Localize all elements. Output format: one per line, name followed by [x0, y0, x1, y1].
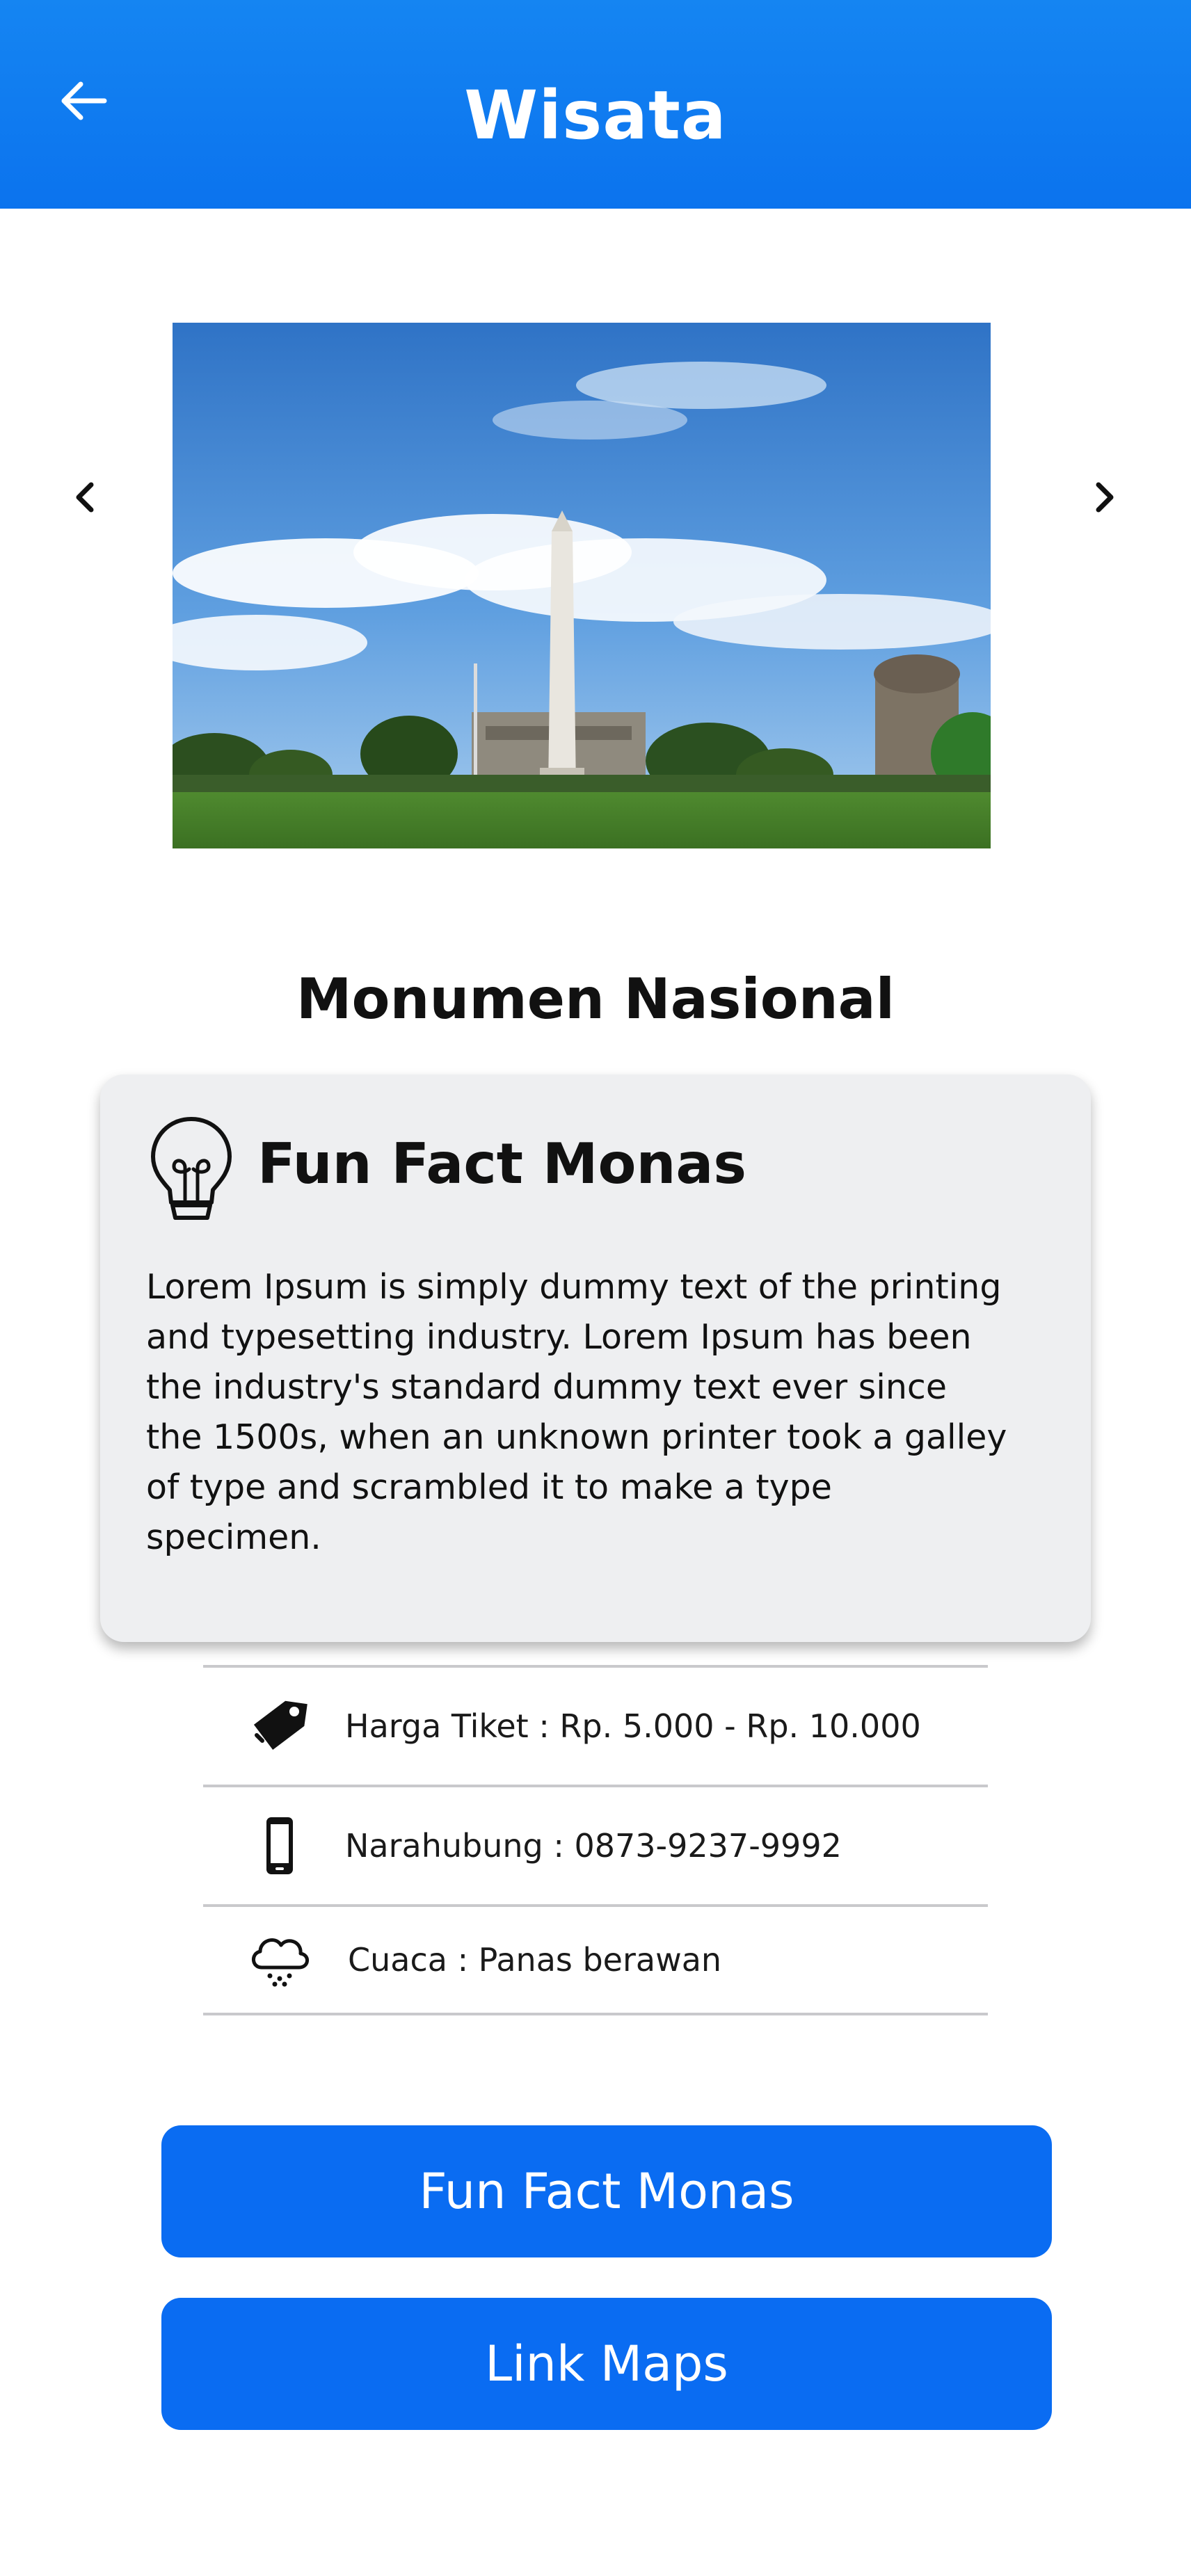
list-item-weather: Cuaca : Panas berawan: [203, 1907, 988, 2015]
place-name: Monumen Nasional: [296, 967, 895, 1031]
smartphone-icon: [245, 1811, 314, 1881]
funfact-button[interactable]: Fun Fact Monas: [161, 2125, 1052, 2257]
app-bar: Wisata: [0, 0, 1191, 209]
chevron-right-icon: [1096, 482, 1114, 513]
funfact-card[interactable]: Fun Fact Monas Lorem Ipsum is simply dum…: [100, 1074, 1091, 1642]
image-carousel: [0, 320, 1191, 848]
price-tag-icon: [245, 1691, 314, 1761]
funfact-title: Fun Fact Monas: [257, 1132, 747, 1196]
funfact-body: Lorem Ipsum is simply dummy text of the …: [146, 1267, 1007, 1557]
contact-text: Narahubung : 0873-9237-9992: [345, 1827, 842, 1865]
list-item-ticket-price: Harga Tiket : Rp. 5.000 - Rp. 10.000: [203, 1668, 988, 1787]
link-maps-button[interactable]: Link Maps: [161, 2298, 1052, 2430]
page-title: Wisata: [464, 77, 727, 154]
lightbulb-icon: [146, 1113, 237, 1223]
carousel-next-button[interactable]: [1066, 459, 1142, 536]
screen: Wisata Monumen Nasional Harga Tiket: Rp…: [0, 0, 1191, 2576]
chevron-left-icon: [76, 482, 94, 513]
info-list: Harga Tiket : Rp. 5.000 - Rp. 10.000 Nar…: [203, 1620, 988, 2015]
rain-cloud-icon: [245, 1925, 314, 1995]
monument-photo: [173, 323, 991, 848]
ticket-price-text: Harga Tiket : Rp. 5.000 - Rp. 10.000: [345, 1707, 921, 1745]
carousel-prev-button[interactable]: [47, 459, 124, 536]
weather-text: Cuaca : Panas berawan: [348, 1941, 722, 1979]
list-item-contact: Narahubung : 0873-9237-9992: [203, 1787, 988, 1907]
